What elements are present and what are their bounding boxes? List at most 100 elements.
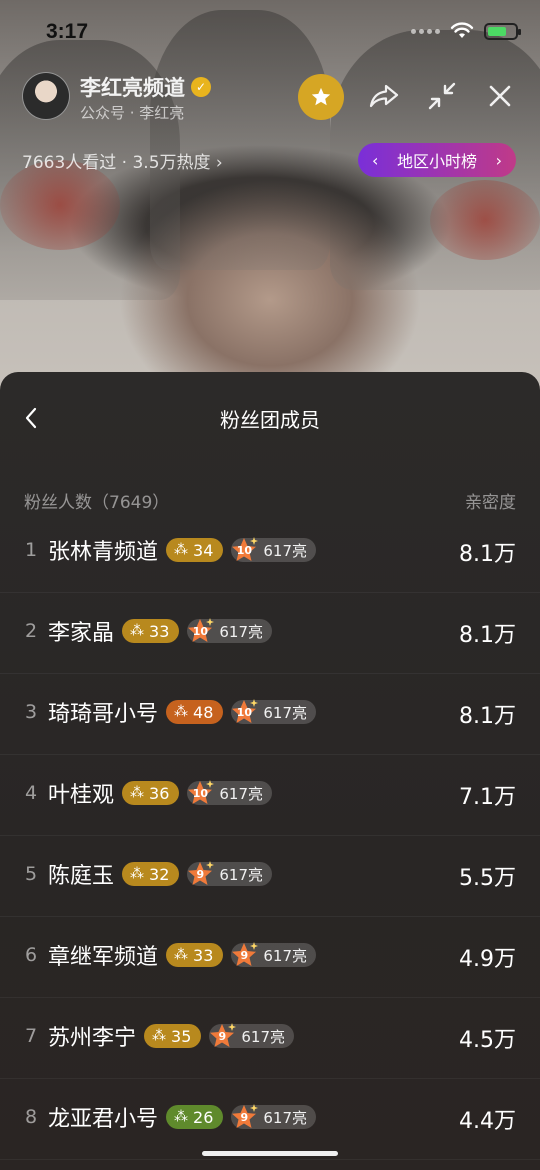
chevron-right-icon: › (215, 153, 223, 173)
fan-club-badge: 10 617亮 (229, 698, 317, 726)
user-level-badge: ⁂ 35 (144, 1024, 202, 1048)
fan-badge-text: 617亮 (219, 865, 264, 884)
fan-club-badge: 9 617亮 (185, 860, 273, 888)
region-rank-button[interactable]: ‹ 地区小时榜 › (358, 143, 516, 177)
sparkle-icon: ⁂ (174, 704, 188, 720)
fan-rank: 7 (24, 1025, 38, 1047)
user-level-badge: ⁂ 34 (166, 538, 224, 562)
fan-star-icon: 10 (229, 536, 259, 564)
fan-club-badge: 10 617亮 (229, 536, 317, 564)
fan-row[interactable]: 3 琦琦哥小号 ⁂ 48 10 617亮 8.1万 (0, 674, 540, 755)
fan-row[interactable]: 2 李家晶 ⁂ 33 10 617亮 8.1万 (0, 593, 540, 674)
fan-name: 张林青频道 (48, 540, 159, 565)
fan-club-badge: 9 617亮 (229, 1103, 317, 1131)
fan-club-badge: 9 617亮 (229, 941, 317, 969)
list-header: 粉丝人数（7649） 亲密度 (24, 488, 516, 513)
signal-icon (411, 28, 440, 34)
intimacy-score: 7.1万 (459, 785, 516, 810)
user-level: 48 (193, 702, 214, 722)
fan-club-panel: 粉丝团成员 粉丝人数（7649） 亲密度 1 张林青频道 ⁂ 34 10 617… (0, 372, 540, 1170)
user-level-badge: ⁂ 33 (122, 619, 180, 643)
fan-info: 琦琦哥小号 ⁂ 48 10 617亮 (48, 696, 317, 728)
fan-level: 10 (192, 624, 209, 638)
user-level-badge: ⁂ 32 (122, 862, 180, 886)
status-bar: 3:17 (0, 0, 540, 66)
fan-row[interactable]: 4 叶桂观 ⁂ 36 10 617亮 7.1万 (0, 755, 540, 836)
fan-level: 9 (218, 1029, 227, 1043)
fan-badge-text: 617亮 (263, 703, 308, 722)
fan-star-icon: 9 (229, 1103, 259, 1131)
fan-name: 李家晶 (48, 621, 115, 646)
fan-name: 琦琦哥小号 (48, 702, 159, 727)
fan-info: 陈庭玉 ⁂ 32 9 617亮 (48, 858, 273, 890)
intimacy-score: 4.9万 (459, 947, 516, 972)
avatar[interactable] (22, 72, 70, 120)
user-level-badge: ⁂ 36 (122, 781, 180, 805)
viewer-stats[interactable]: 7663人看过 · 3.5万热度 › (22, 148, 223, 173)
user-level-badge: ⁂ 48 (166, 700, 224, 724)
fan-info: 龙亚君小号 ⁂ 26 9 617亮 (48, 1101, 317, 1133)
fan-level: 10 (236, 543, 253, 557)
viewer-stats-text: 7663人看过 · 3.5万热度 (22, 153, 211, 173)
fan-name: 龙亚君小号 (48, 1107, 159, 1132)
fan-club-badge: 10 617亮 (185, 617, 273, 645)
sparkle-icon: ⁂ (130, 785, 144, 801)
fan-row[interactable]: 7 苏州李宁 ⁂ 35 9 617亮 4.5万 (0, 998, 540, 1079)
fan-star-icon: 9 (229, 941, 259, 969)
shrink-button[interactable] (424, 78, 460, 114)
painting-blossom (430, 180, 540, 260)
fan-name: 苏州李宁 (48, 1026, 137, 1051)
share-button[interactable] (366, 78, 402, 114)
fan-row[interactable]: 6 章继军频道 ⁂ 33 9 617亮 4.9万 (0, 917, 540, 998)
fan-star-icon: 10 (185, 779, 215, 807)
user-level: 35 (171, 1026, 192, 1046)
fan-info: 章继军频道 ⁂ 33 9 617亮 (48, 939, 317, 971)
fan-badge-text: 617亮 (263, 1108, 308, 1127)
close-icon (489, 85, 511, 107)
close-button[interactable] (482, 78, 518, 114)
intimacy-score: 8.1万 (459, 704, 516, 729)
user-level-badge: ⁂ 33 (166, 943, 224, 967)
share-icon (369, 84, 399, 108)
fan-badge-text: 617亮 (219, 784, 264, 803)
fan-star-icon: 10 (185, 617, 215, 645)
fan-list: 1 张林青频道 ⁂ 34 10 617亮 8.1万 2 李家晶 ⁂ 33 10 … (0, 512, 540, 1160)
fan-row[interactable]: 1 张林青频道 ⁂ 34 10 617亮 8.1万 (0, 512, 540, 593)
painting-blossom (0, 160, 120, 250)
home-indicator[interactable] (202, 1151, 338, 1156)
sparkle-icon: ⁂ (174, 1109, 188, 1125)
fan-row[interactable]: 5 陈庭玉 ⁂ 32 9 617亮 5.5万 (0, 836, 540, 917)
fan-info: 张林青频道 ⁂ 34 10 617亮 (48, 534, 317, 566)
star-button[interactable] (298, 74, 344, 120)
sparkle-icon: ⁂ (174, 542, 188, 558)
status-time: 3:17 (46, 20, 89, 43)
panel-title: 粉丝团成员 (220, 408, 320, 432)
fan-star-icon: 9 (185, 860, 215, 888)
user-level: 34 (193, 540, 214, 560)
intimacy-score: 8.1万 (459, 542, 516, 567)
fan-row[interactable]: 8 龙亚君小号 ⁂ 26 9 617亮 4.4万 (0, 1079, 540, 1160)
fan-badge-text: 617亮 (263, 946, 308, 965)
sparkle-icon: ⁂ (174, 947, 188, 963)
fan-info: 苏州李宁 ⁂ 35 9 617亮 (48, 1020, 295, 1052)
sparkle-icon: ⁂ (152, 1028, 166, 1044)
channel-name-row[interactable]: 李红亮频道 ✓ (80, 72, 211, 102)
shrink-icon (428, 82, 456, 110)
intimacy-score: 4.5万 (459, 1028, 516, 1053)
fan-rank: 5 (24, 863, 38, 885)
user-level: 33 (149, 621, 170, 641)
fan-rank: 2 (24, 620, 38, 642)
fan-info: 叶桂观 ⁂ 36 10 617亮 (48, 777, 273, 809)
intimacy-score: 5.5万 (459, 866, 516, 891)
fan-name: 陈庭玉 (48, 864, 115, 889)
intimacy-label: 亲密度 (465, 493, 516, 513)
status-icons (411, 22, 521, 40)
star-icon (311, 87, 331, 106)
user-level: 33 (193, 945, 214, 965)
fan-badge-text: 617亮 (263, 541, 308, 560)
battery-icon (484, 22, 521, 40)
fan-star-icon: 9 (207, 1022, 237, 1050)
fan-rank: 8 (24, 1106, 38, 1128)
fan-star-icon: 10 (229, 698, 259, 726)
fan-count-label: 粉丝人数（7649） (24, 493, 170, 513)
